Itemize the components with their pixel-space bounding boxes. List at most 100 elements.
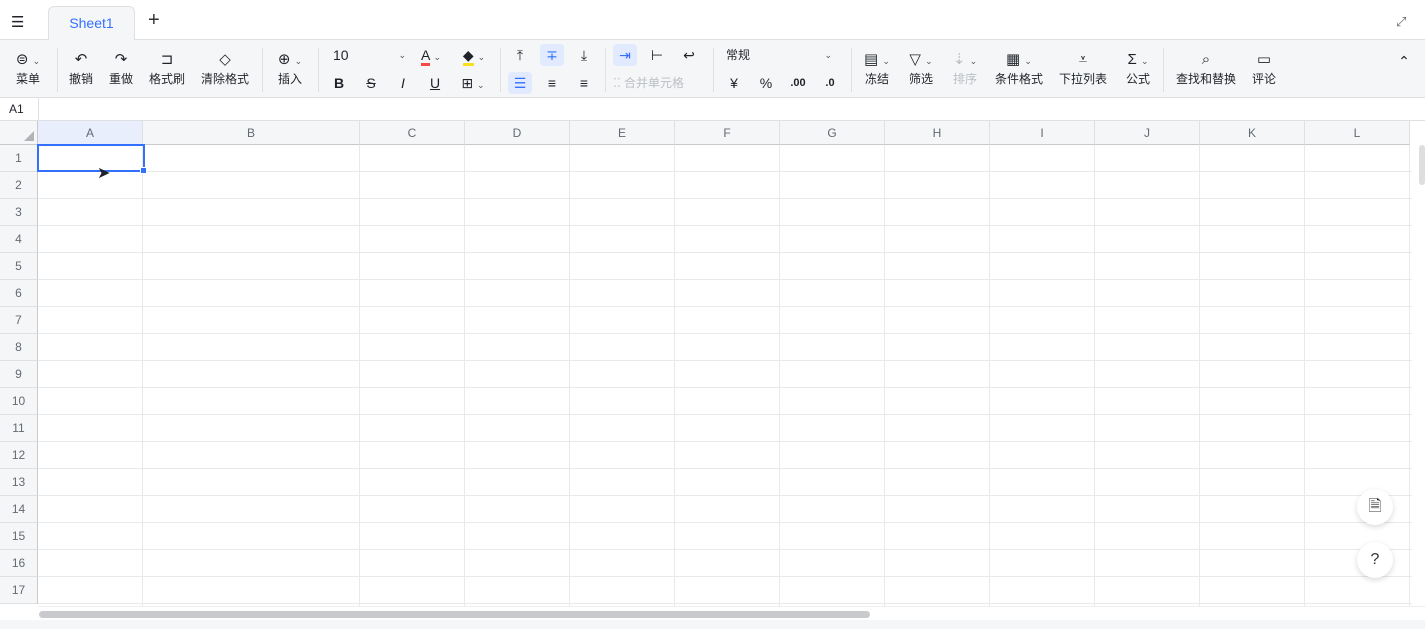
row-gridline — [38, 252, 1412, 253]
row-header-6[interactable]: 6 — [0, 280, 38, 307]
column-header-D[interactable]: D — [465, 121, 570, 145]
freeze-icon: ▤ ⌄ — [864, 51, 890, 68]
column-gridline — [1199, 145, 1200, 606]
dropdown-list-button[interactable]: ⩡ 下拉列表 — [1056, 49, 1110, 87]
fill-color-button[interactable]: ◆ ⌄ — [456, 44, 492, 66]
row-header-8[interactable]: 8 — [0, 334, 38, 361]
plus-circle-icon: ⊕ ⌄ — [277, 51, 303, 68]
spreadsheet-grid[interactable]: A B C D E F G H I J K L 1 2 3 4 5 6 7 8 9 10 11 12 13 14 15 16 17 — [0, 121, 1412, 606]
row-header-10[interactable]: 10 — [0, 388, 38, 415]
overflow-icon[interactable]: ⇥ — [613, 44, 637, 66]
clear-format-button[interactable]: ◇ 清除格式 — [198, 49, 252, 87]
tab-sheet1[interactable]: Sheet1 — [48, 6, 135, 41]
dropdown-list-icon: ⩡ — [1078, 51, 1088, 68]
number-format-select[interactable]: 常规 ⌄ — [722, 44, 836, 66]
row-header-15[interactable]: 15 — [0, 523, 38, 550]
select-all-corner[interactable] — [0, 121, 38, 145]
sigma-icon: Σ ⌄ — [1127, 51, 1149, 68]
row-gridline — [38, 333, 1412, 334]
column-header-F[interactable]: F — [675, 121, 780, 145]
align-right-icon[interactable]: ≡ — [572, 72, 596, 94]
row-header-9[interactable]: 9 — [0, 361, 38, 388]
percent-button[interactable]: % — [754, 72, 778, 94]
layers-icon[interactable]: ☰ — [11, 13, 24, 31]
row-header-14[interactable]: 14 — [0, 496, 38, 523]
row-header-2[interactable]: 2 — [0, 172, 38, 199]
currency-button[interactable]: ¥ — [722, 72, 746, 94]
column-gridline — [779, 145, 780, 606]
row-header-16[interactable]: 16 — [0, 550, 38, 577]
row-header-5[interactable]: 5 — [0, 253, 38, 280]
conditional-format-button[interactable]: ▦ ⌄ 条件格式 — [992, 49, 1046, 87]
menu-icon: ⊜ ⌄ — [15, 51, 41, 68]
align-center-icon[interactable]: ≡ — [540, 72, 564, 94]
undo-button[interactable]: ↶ 撤销 — [66, 49, 96, 87]
selected-cell-a1[interactable] — [37, 144, 147, 174]
find-icon: ⌕ — [1201, 51, 1211, 68]
row-gridline — [38, 225, 1412, 226]
column-header-H[interactable]: H — [885, 121, 990, 145]
column-header-K[interactable]: K — [1200, 121, 1305, 145]
vertical-scrollbar[interactable] — [1419, 145, 1425, 185]
decrease-decimal-button[interactable]: .0 — [818, 72, 842, 94]
row-gridline — [38, 441, 1412, 442]
bold-button[interactable]: B — [327, 72, 351, 94]
column-header-E[interactable]: E — [570, 121, 675, 145]
row-header-4[interactable]: 4 — [0, 226, 38, 253]
freeze-button[interactable]: ▤ ⌄ 冻结 — [860, 49, 894, 87]
column-header-C[interactable]: C — [360, 121, 465, 145]
formula-button[interactable]: Σ ⌄ 公式 — [1120, 49, 1156, 87]
column-gridline — [464, 145, 465, 606]
fullscreen-icon[interactable]: ⤢ — [1396, 14, 1406, 30]
toolbar: ⊜ ⌄ 菜单 ↶ 撤销 ↷ 重做 ⊐ 格式刷 ◇ 清除格式 ⊕ ⌄ 插入 10 ⌄ A ⌄ ◆… — [0, 40, 1425, 98]
align-bottom-icon[interactable]: ⤓ — [572, 44, 596, 66]
grid-icon: ▦ ⌄ — [1006, 51, 1032, 68]
row-gridline — [38, 198, 1412, 199]
align-top-icon[interactable]: ⤒ — [508, 44, 532, 66]
comment-button[interactable]: ▭ 评论 — [1249, 49, 1279, 87]
italic-button[interactable]: I — [391, 72, 415, 94]
font-color-button[interactable]: A ⌄ — [414, 44, 448, 66]
row-header-11[interactable]: 11 — [0, 415, 38, 442]
menu-button[interactable]: ⊜ ⌄ 菜单 — [8, 49, 48, 87]
row-header-13[interactable]: 13 — [0, 469, 38, 496]
add-sheet-icon[interactable]: + — [148, 9, 160, 32]
underline-button[interactable]: U — [423, 72, 447, 94]
column-header-B[interactable]: B — [143, 121, 360, 145]
document-icon[interactable]: 🗎 — [1357, 489, 1393, 525]
row-header-7[interactable]: 7 — [0, 307, 38, 334]
column-gridline — [1409, 145, 1410, 606]
strikethrough-button[interactable]: S — [359, 72, 383, 94]
filter-button[interactable]: ▽ ⌄ 筛选 — [904, 49, 938, 87]
clip-icon[interactable]: ⊢ — [645, 44, 669, 66]
column-header-A[interactable]: A — [38, 121, 143, 145]
font-size-select[interactable]: 10 ⌄ — [328, 44, 408, 66]
wrap-icon[interactable]: ↩ — [677, 44, 701, 66]
column-header-J[interactable]: J — [1095, 121, 1200, 145]
row-header-3[interactable]: 3 — [0, 199, 38, 226]
align-left-icon[interactable]: ☰ — [508, 72, 532, 94]
sort-button[interactable]: ⇣ ⌄ 排序 — [948, 49, 982, 87]
merge-icon: ⁚⁚ — [613, 76, 624, 90]
find-replace-button[interactable]: ⌕ 查找和替换 — [1173, 49, 1239, 87]
column-header-L[interactable]: L — [1305, 121, 1410, 145]
increase-decimal-button[interactable]: .00 — [786, 72, 810, 94]
column-gridline — [142, 145, 143, 606]
row-gridline — [38, 495, 1412, 496]
borders-button[interactable]: ⊞ ⌄ — [455, 72, 491, 94]
column-header-G[interactable]: G — [780, 121, 885, 145]
insert-button[interactable]: ⊕ ⌄ 插入 — [272, 49, 308, 87]
merge-cells-button[interactable]: ⁚⁚ 合并单元格 — [613, 72, 705, 94]
horizontal-scrollbar[interactable] — [39, 611, 870, 618]
format-painter-button[interactable]: ⊐ 格式刷 — [146, 49, 188, 87]
help-icon[interactable]: ? — [1357, 542, 1393, 578]
row-header-12[interactable]: 12 — [0, 442, 38, 469]
row-header-17[interactable]: 17 — [0, 577, 38, 604]
cell-reference[interactable]: A1 — [9, 102, 24, 116]
redo-button[interactable]: ↷ 重做 — [106, 49, 136, 87]
font-color-icon: A — [420, 47, 430, 66]
collapse-toolbar-icon[interactable]: ⌃ — [1392, 50, 1416, 72]
align-middle-icon[interactable]: ∓ — [540, 44, 564, 66]
row-header-1[interactable]: 1 — [0, 145, 38, 172]
column-header-I[interactable]: I — [990, 121, 1095, 145]
